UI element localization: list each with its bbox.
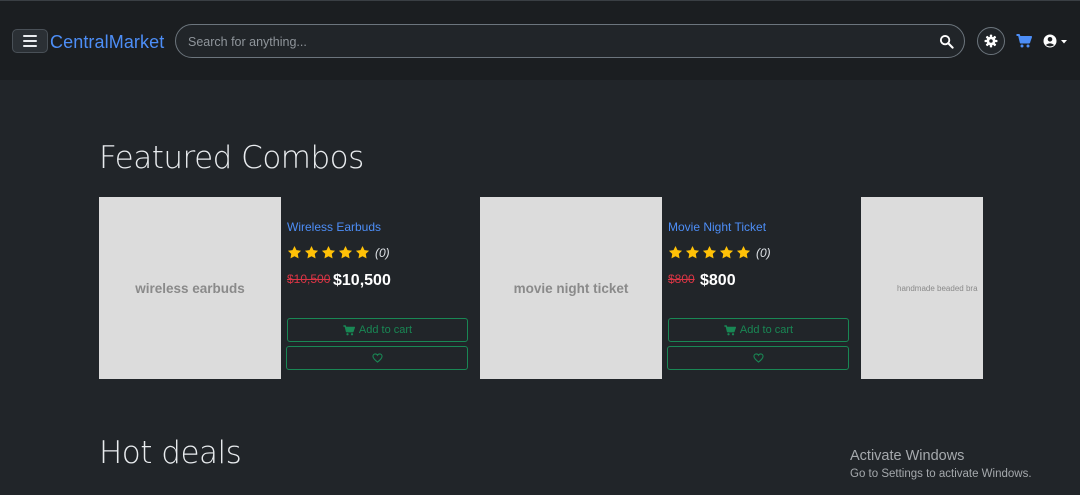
navbar: CentralMarket xyxy=(0,0,1080,80)
hamburger-icon-line xyxy=(23,45,37,47)
heart-icon xyxy=(371,353,383,363)
star-icon xyxy=(702,245,717,259)
settings-button[interactable] xyxy=(977,27,1005,55)
star-icon xyxy=(736,245,751,259)
current-price: $800 xyxy=(700,272,736,289)
add-to-cart-button[interactable]: Add to cart xyxy=(287,318,468,342)
menu-toggle-button[interactable] xyxy=(12,29,48,53)
star-icon xyxy=(685,245,700,259)
rating-stars: (0) xyxy=(668,245,771,260)
rating-stars: (0) xyxy=(287,245,390,260)
add-to-cart-label: Add to cart xyxy=(739,324,794,336)
add-to-cart-label: Add to cart xyxy=(358,324,413,336)
rating-count: (0) xyxy=(756,245,771,260)
old-price: $800 xyxy=(668,272,695,286)
wishlist-button[interactable] xyxy=(286,346,468,370)
search-bar xyxy=(175,24,965,58)
hamburger-icon-line xyxy=(23,40,37,42)
star-icon xyxy=(304,245,319,259)
search-input[interactable] xyxy=(188,33,928,51)
product-image-alt: wireless earbuds xyxy=(135,280,245,296)
rating-count: (0) xyxy=(375,245,390,260)
search-icon[interactable] xyxy=(939,34,954,49)
product-image[interactable]: movie night ticket xyxy=(480,197,662,379)
current-price: $10,500 xyxy=(333,272,391,289)
add-to-cart-button[interactable]: Add to cart xyxy=(668,318,849,342)
wishlist-button[interactable] xyxy=(667,346,849,370)
heart-icon xyxy=(752,353,764,363)
cart-icon xyxy=(343,324,355,335)
old-price: $10,500 xyxy=(287,272,331,286)
product-image-alt: movie night ticket xyxy=(513,280,629,296)
user-account-icon[interactable] xyxy=(1043,34,1071,48)
product-image[interactable]: wireless earbuds xyxy=(99,197,281,379)
star-icon xyxy=(287,245,302,259)
gear-icon xyxy=(984,34,998,48)
featured-combos-heading: Featured Combos xyxy=(99,140,364,176)
hot-deals-heading: Hot deals xyxy=(99,435,242,471)
hamburger-icon xyxy=(23,35,37,37)
cart-icon[interactable] xyxy=(1016,34,1032,48)
brand-logo[interactable]: CentralMarket xyxy=(50,32,164,53)
activate-windows-title: Activate Windows xyxy=(850,448,965,464)
star-icon xyxy=(668,245,683,259)
chevron-down-icon xyxy=(1061,40,1067,44)
product-image[interactable]: handmade beaded bra xyxy=(861,197,983,379)
cart-icon xyxy=(724,324,736,335)
star-icon xyxy=(719,245,734,259)
star-icon xyxy=(321,245,336,259)
product-name-link[interactable]: Wireless Earbuds xyxy=(287,220,381,234)
star-icon xyxy=(355,245,370,259)
product-image-alt: handmade beaded bra xyxy=(897,283,978,293)
activate-windows-subtitle: Go to Settings to activate Windows. xyxy=(850,468,1032,480)
star-icon xyxy=(338,245,353,259)
product-name-link[interactable]: Movie Night Ticket xyxy=(668,220,766,234)
